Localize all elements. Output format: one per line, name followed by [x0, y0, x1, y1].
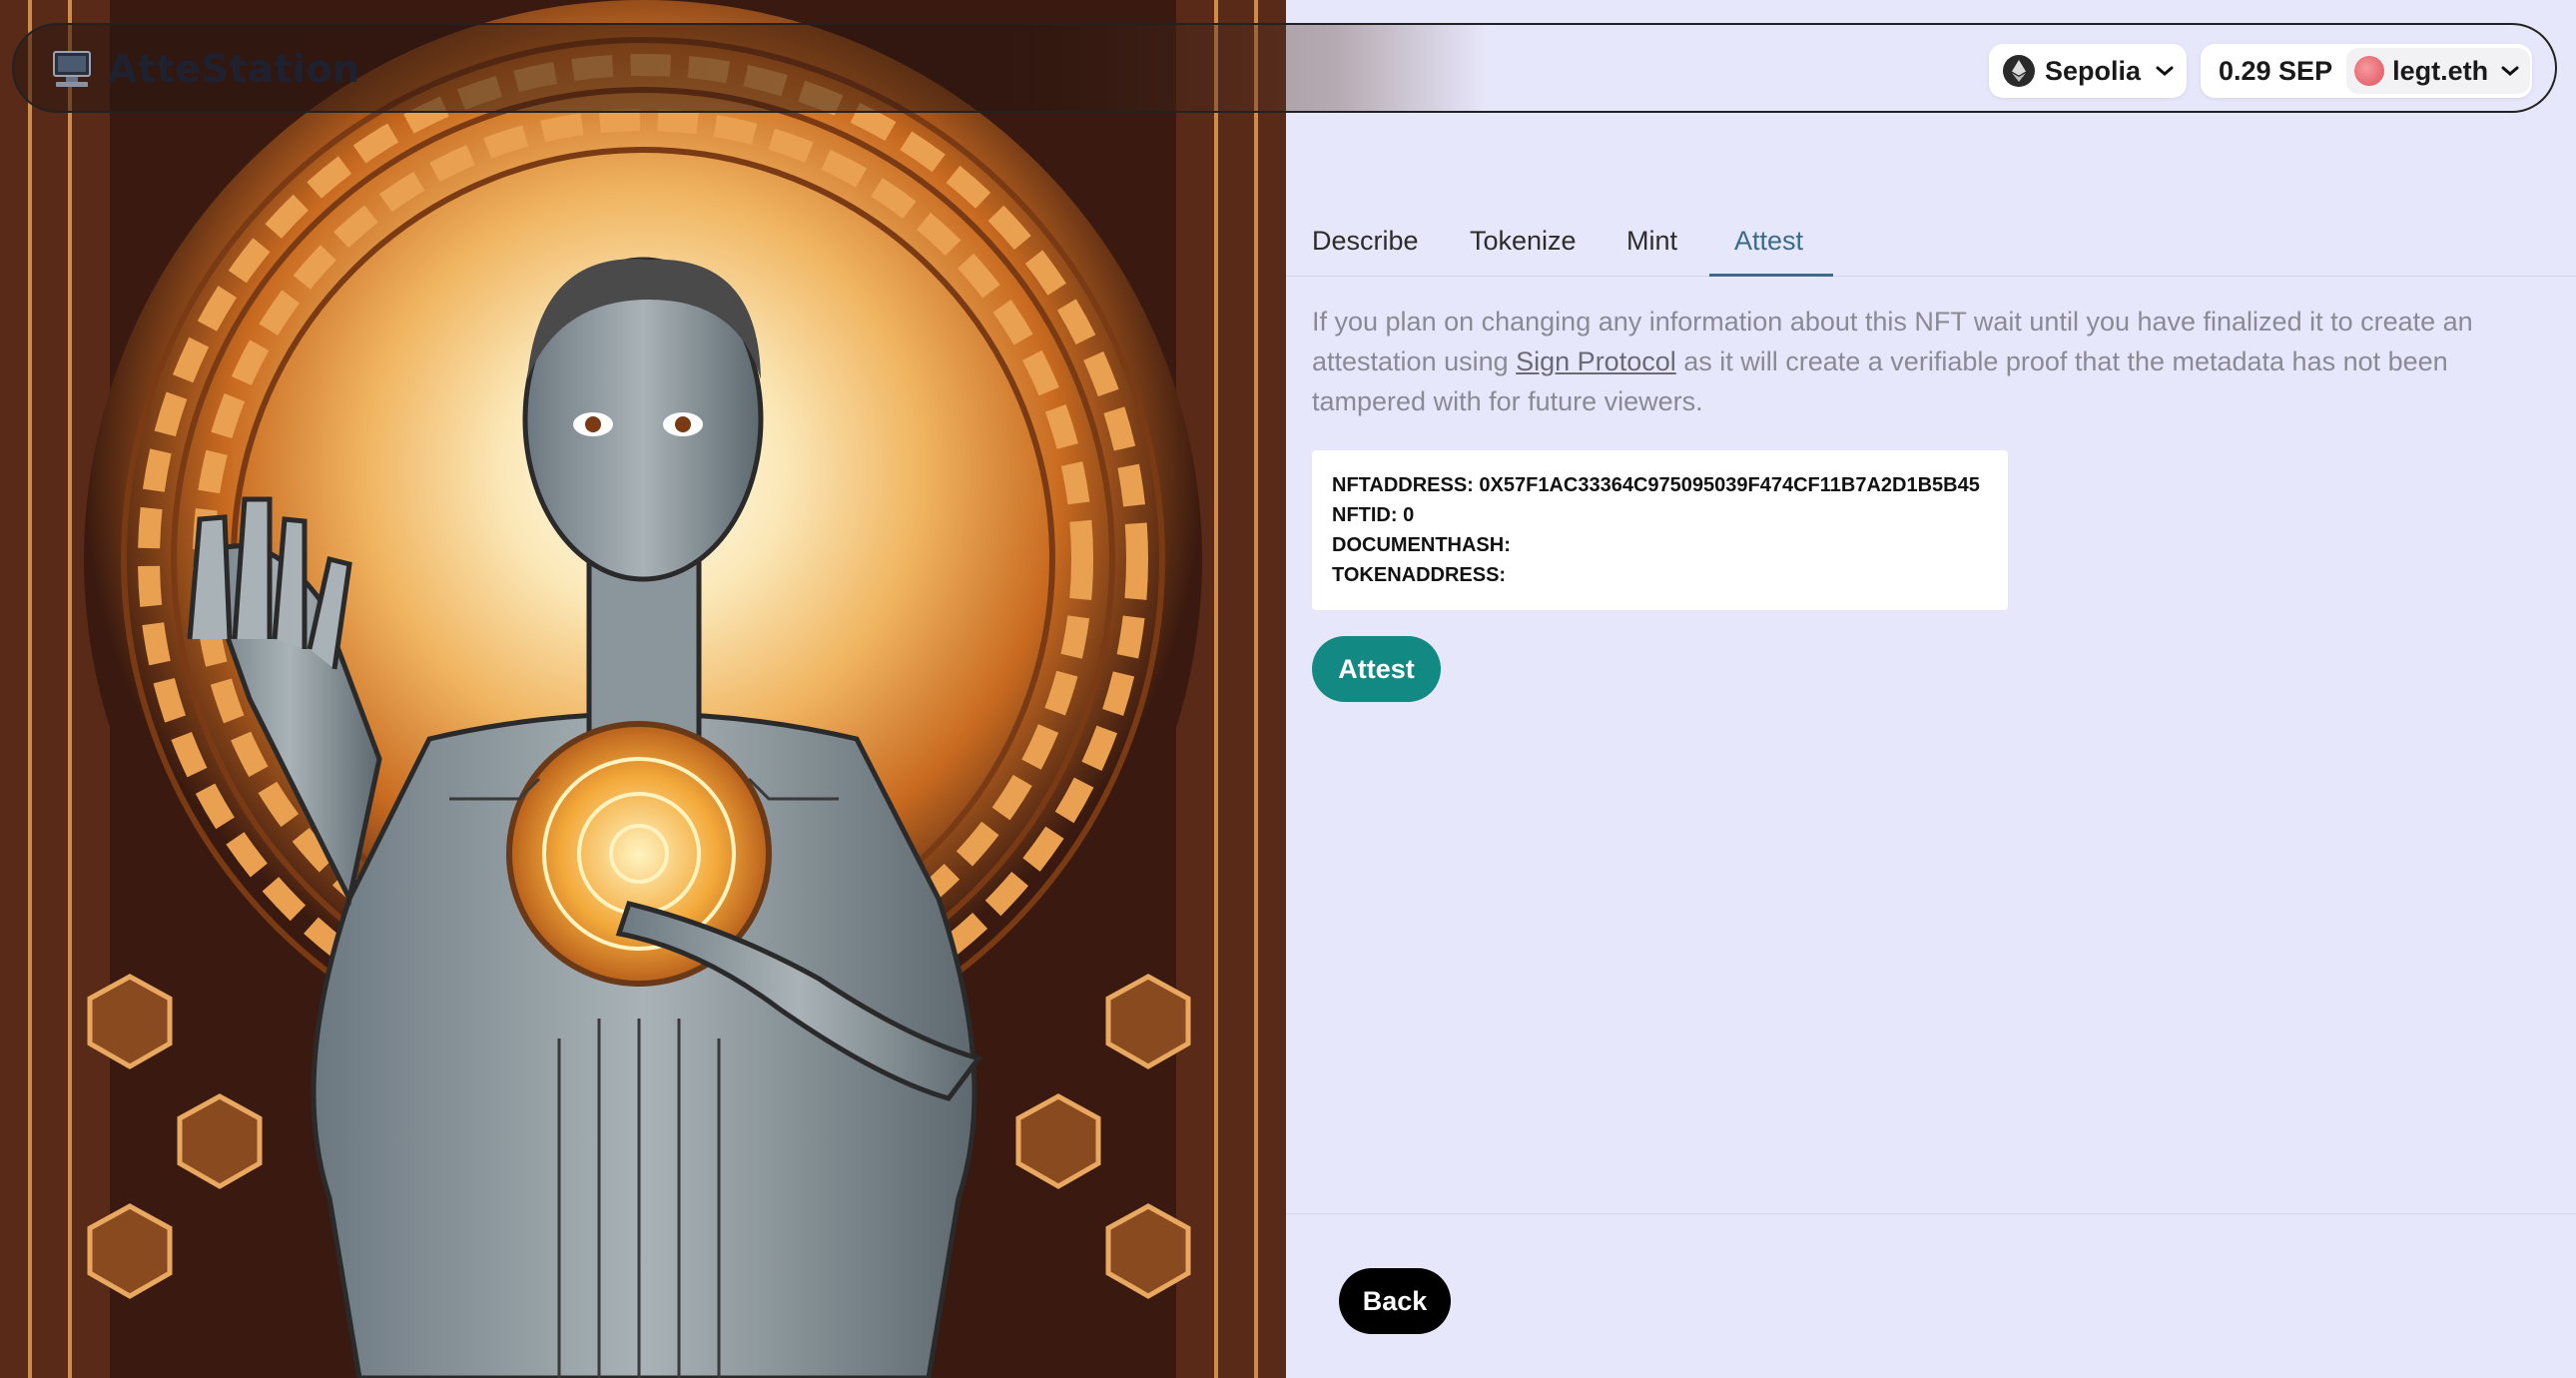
nft-id-row: NFTID: 0: [1332, 504, 1415, 526]
attest-button[interactable]: Attest: [1312, 636, 1441, 702]
nft-address-row: NFTADDRESS: 0X57F1AC33364C975095039F474C…: [1332, 474, 1980, 496]
tab-describe[interactable]: Describe: [1312, 226, 1419, 257]
footer-divider: [1286, 1213, 2576, 1214]
brand[interactable]: AtteStation: [50, 45, 360, 93]
attest-description: If you plan on changing any information …: [1312, 302, 2490, 421]
tab-bar: Describe Tokenize Mint Attest: [1286, 212, 2576, 277]
sign-protocol-link[interactable]: Sign Protocol: [1516, 346, 1676, 376]
account-chip[interactable]: legt.eth: [2346, 48, 2531, 94]
tab-attest[interactable]: Attest: [1734, 226, 1803, 257]
nft-artwork-image: [0, 0, 1286, 1378]
balance-label: 0.29 SEP: [2219, 55, 2333, 86]
network-selector[interactable]: Sepolia: [1989, 44, 2187, 98]
document-hash-row: DOCUMENTHASH:: [1332, 534, 1511, 556]
ethereum-icon: [2003, 55, 2035, 87]
chevron-down-icon: [2156, 66, 2174, 76]
attestation-data-card: NFTADDRESS: 0X57F1AC33364C975095039F474C…: [1312, 450, 2008, 610]
active-tab-indicator: [1709, 274, 1833, 277]
app-title: AtteStation: [108, 47, 360, 91]
tab-tokenize[interactable]: Tokenize: [1470, 226, 1577, 257]
nft-artwork: [0, 0, 1286, 1378]
avatar: [2354, 56, 2385, 86]
token-address-row: TOKENADDRESS:: [1332, 564, 1507, 586]
chevron-down-icon: [2501, 66, 2519, 76]
network-label: Sepolia: [2045, 55, 2142, 86]
tab-mint[interactable]: Mint: [1626, 226, 1677, 257]
account-name: legt.eth: [2392, 55, 2489, 86]
account-button[interactable]: 0.29 SEP legt.eth: [2201, 44, 2532, 98]
back-button[interactable]: Back: [1339, 1268, 1451, 1334]
top-nav-bar: AtteStation Sepolia 0.29 SEP legt.eth: [12, 23, 2557, 113]
computer-icon: [53, 51, 91, 87]
